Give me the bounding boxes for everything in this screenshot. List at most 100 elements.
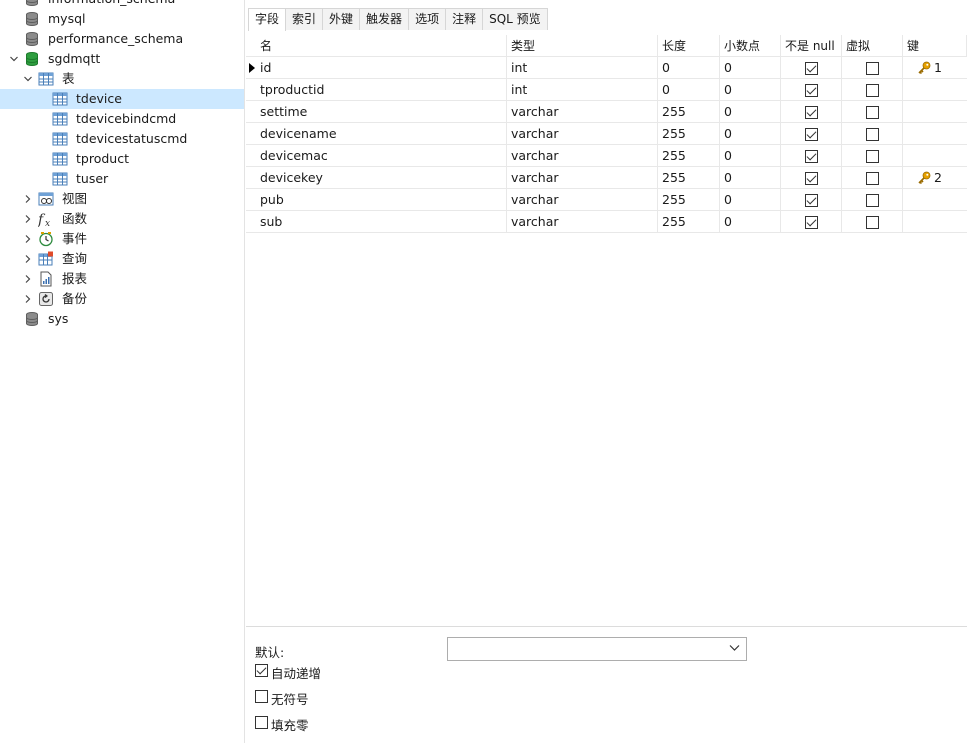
tree-item-performance_schema[interactable]: performance_schema <box>0 29 244 49</box>
table-row[interactable]: devicename varchar 255 0 <box>246 123 967 145</box>
not-null-checkbox[interactable] <box>805 194 818 207</box>
header-col-decimals[interactable]: 小数点 <box>720 35 781 57</box>
chevron-right-icon[interactable] <box>22 209 34 229</box>
cell-key[interactable] <box>903 101 967 123</box>
cell-name[interactable]: pub <box>256 189 507 211</box>
tree-item-事件[interactable]: 事件 <box>0 229 244 249</box>
tree-item-sgdmqtt[interactable]: sgdmqtt <box>0 49 244 69</box>
header-col-virtual[interactable]: 虚拟 <box>842 35 903 57</box>
auto-increment-checkbox[interactable] <box>255 664 268 677</box>
not-null-checkbox[interactable] <box>805 62 818 75</box>
cell-name[interactable]: settime <box>256 101 507 123</box>
tree-item-表[interactable]: 表 <box>0 69 244 89</box>
cell-type[interactable]: int <box>507 79 658 101</box>
table-row[interactable]: devicemac varchar 255 0 <box>246 145 967 167</box>
cell-length[interactable]: 0 <box>658 57 720 79</box>
chevron-right-icon[interactable] <box>22 269 34 289</box>
tree-item-备份[interactable]: 备份 <box>0 289 244 309</box>
cell-name[interactable]: devicemac <box>256 145 507 167</box>
table-row[interactable]: id int 0 0 1 <box>246 57 967 79</box>
chevron-down-icon[interactable] <box>8 49 20 69</box>
cell-length[interactable]: 0 <box>658 79 720 101</box>
chevron-right-icon[interactable] <box>22 189 34 209</box>
cell-key[interactable]: 2 <box>903 167 967 189</box>
not-null-checkbox[interactable] <box>805 84 818 97</box>
cell-key[interactable]: 1 <box>903 57 967 79</box>
tree-item-查询[interactable]: 查询 <box>0 249 244 269</box>
cell-type[interactable]: int <box>507 57 658 79</box>
cell-length[interactable]: 255 <box>658 123 720 145</box>
cell-name[interactable]: devicekey <box>256 167 507 189</box>
default-value-select[interactable] <box>447 637 747 661</box>
tab-indexes[interactable]: 索引 <box>285 8 324 30</box>
not-null-checkbox[interactable] <box>805 128 818 141</box>
tab-fields[interactable]: 字段 <box>248 8 287 31</box>
cell-decimals[interactable]: 0 <box>720 79 781 101</box>
tree-item-tproduct[interactable]: tproduct <box>0 149 244 169</box>
cell-type[interactable]: varchar <box>507 211 658 233</box>
cell-key[interactable] <box>903 123 967 145</box>
tree-item-information_schema[interactable]: information_schema <box>0 0 244 9</box>
cell-name[interactable]: id <box>256 57 507 79</box>
cell-type[interactable]: varchar <box>507 145 658 167</box>
virtual-checkbox[interactable] <box>866 216 879 229</box>
cell-length[interactable]: 255 <box>658 167 720 189</box>
header-col-length[interactable]: 长度 <box>658 35 720 57</box>
cell-type[interactable]: varchar <box>507 189 658 211</box>
unsigned-checkbox[interactable] <box>255 690 268 703</box>
table-row[interactable]: pub varchar 255 0 <box>246 189 967 211</box>
cell-decimals[interactable]: 0 <box>720 189 781 211</box>
not-null-checkbox[interactable] <box>805 216 818 229</box>
zerofill-checkbox[interactable] <box>255 716 268 729</box>
chevron-down-icon[interactable] <box>729 642 740 656</box>
cell-length[interactable]: 255 <box>658 101 720 123</box>
table-row[interactable]: tproductid int 0 0 <box>246 79 967 101</box>
virtual-checkbox[interactable] <box>866 172 879 185</box>
chevron-right-icon[interactable] <box>22 249 34 269</box>
cell-name[interactable]: devicename <box>256 123 507 145</box>
cell-length[interactable]: 255 <box>658 211 720 233</box>
not-null-checkbox[interactable] <box>805 172 818 185</box>
tab-sql-preview[interactable]: SQL 预览 <box>482 8 548 30</box>
tree-item-tdevicestatuscmd[interactable]: tdevicestatuscmd <box>0 129 244 149</box>
virtual-checkbox[interactable] <box>866 106 879 119</box>
cell-length[interactable]: 255 <box>658 189 720 211</box>
tree-item-tuser[interactable]: tuser <box>0 169 244 189</box>
chevron-right-icon[interactable] <box>22 289 34 309</box>
header-col-type[interactable]: 类型 <box>507 35 658 57</box>
cell-decimals[interactable]: 0 <box>720 123 781 145</box>
header-col-not-null[interactable]: 不是 null <box>781 35 842 57</box>
tree-item-视图[interactable]: 视图 <box>0 189 244 209</box>
tab-triggers[interactable]: 触发器 <box>359 8 410 30</box>
header-col-key[interactable]: 键 <box>903 35 967 57</box>
chevron-down-icon[interactable] <box>22 69 34 89</box>
virtual-checkbox[interactable] <box>866 84 879 97</box>
virtual-checkbox[interactable] <box>866 150 879 163</box>
cell-type[interactable]: varchar <box>507 101 658 123</box>
cell-name[interactable]: sub <box>256 211 507 233</box>
header-col-name[interactable]: 名 <box>256 35 507 57</box>
cell-key[interactable] <box>903 211 967 233</box>
cell-type[interactable]: varchar <box>507 167 658 189</box>
cell-key[interactable] <box>903 79 967 101</box>
table-row[interactable]: settime varchar 255 0 <box>246 101 967 123</box>
virtual-checkbox[interactable] <box>866 128 879 141</box>
virtual-checkbox[interactable] <box>866 62 879 75</box>
tree-item-tdevicebindcmd[interactable]: tdevicebindcmd <box>0 109 244 129</box>
virtual-checkbox[interactable] <box>866 194 879 207</box>
cell-type[interactable]: varchar <box>507 123 658 145</box>
cell-key[interactable] <box>903 189 967 211</box>
chevron-right-icon[interactable] <box>22 229 34 249</box>
tab-options[interactable]: 选项 <box>408 8 447 30</box>
cell-decimals[interactable]: 0 <box>720 167 781 189</box>
tree-item-sys[interactable]: sys <box>0 309 244 329</box>
table-row[interactable]: sub varchar 255 0 <box>246 211 967 233</box>
cell-length[interactable]: 255 <box>658 145 720 167</box>
cell-decimals[interactable]: 0 <box>720 211 781 233</box>
tree-item-mysql[interactable]: mysql <box>0 9 244 29</box>
tree-item-报表[interactable]: 报表 <box>0 269 244 289</box>
table-row[interactable]: devicekey varchar 255 0 2 <box>246 167 967 189</box>
cell-decimals[interactable]: 0 <box>720 101 781 123</box>
tab-foreign-keys[interactable]: 外键 <box>322 8 361 30</box>
not-null-checkbox[interactable] <box>805 150 818 163</box>
